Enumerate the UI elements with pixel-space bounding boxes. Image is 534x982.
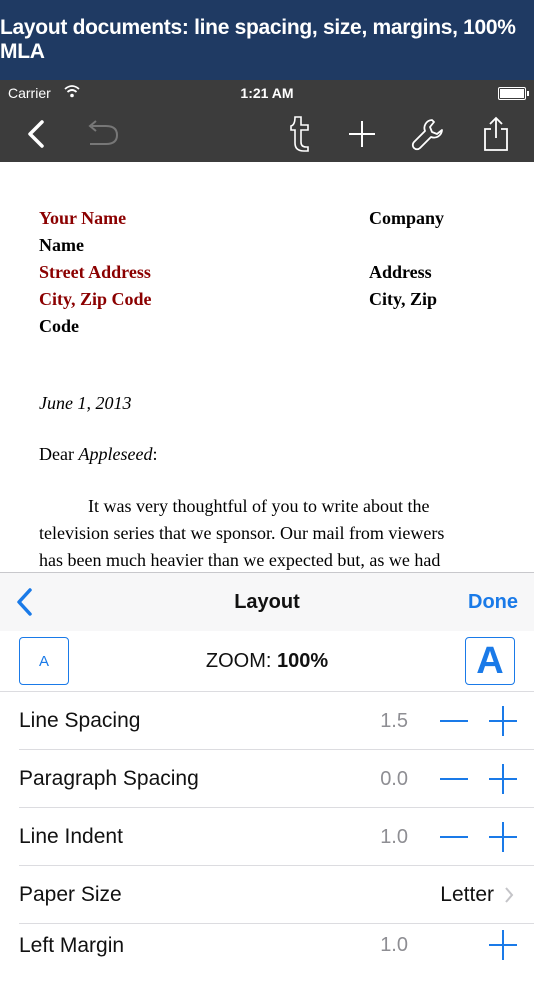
street-address-field[interactable]: Street Address <box>39 262 151 283</box>
status-time: 1:21 AM <box>240 85 294 101</box>
name-field[interactable]: Name <box>39 235 84 256</box>
line-indent-row: Line Indent 1.0 <box>0 808 534 866</box>
left-margin-row: Left Margin 1.0 <box>0 924 534 982</box>
city-zip-field[interactable]: City, Zip <box>369 289 437 310</box>
document-page[interactable]: Your Name Company Name Street Address Ad… <box>0 162 534 572</box>
plus-icon[interactable] <box>489 764 517 794</box>
minus-icon[interactable] <box>440 778 468 780</box>
zoom-value: 100% <box>276 650 329 672</box>
editor-toolbar <box>0 106 534 162</box>
zoom-row: A ZOOM: 100% A <box>0 631 534 692</box>
promo-banner: Layout documents: line spacing, size, ma… <box>0 0 534 80</box>
left-margin-value: 1.0 <box>380 934 408 956</box>
banner-text: Layout documents: line spacing, size, ma… <box>0 16 516 63</box>
body-line: It was very thoughtful of you to write a… <box>88 496 430 516</box>
layout-title: Layout <box>234 591 300 613</box>
chevron-right-icon <box>504 886 514 909</box>
done-button[interactable]: Done <box>468 591 518 614</box>
zoom-label: ZOOM: 100% <box>0 650 534 673</box>
battery-icon <box>498 87 529 100</box>
minus-icon[interactable] <box>440 720 468 722</box>
layout-nav-bar: Layout Done <box>0 573 534 632</box>
add-icon[interactable] <box>342 114 382 154</box>
paragraph-spacing-label: Paragraph Spacing <box>19 767 199 790</box>
city-zip-code-field[interactable]: City, Zip Code <box>39 289 152 310</box>
company-field[interactable]: Company <box>369 208 444 229</box>
salutation: Dear Appleseed: <box>39 444 157 465</box>
line-spacing-value: 1.5 <box>380 710 408 732</box>
body-line: has been much heavier than we expected b… <box>39 550 441 570</box>
line-spacing-label: Line Spacing <box>19 709 141 732</box>
line-indent-label: Line Indent <box>19 825 123 848</box>
wrench-icon[interactable] <box>408 114 448 154</box>
back-chevron-icon[interactable] <box>16 114 56 154</box>
paper-size-row[interactable]: Paper Size Letter <box>0 866 534 924</box>
paragraph-spacing-value: 0.0 <box>380 768 408 790</box>
zoom-in-button[interactable]: A <box>465 637 515 685</box>
body-line: television series that we sponsor. Our m… <box>39 523 445 543</box>
paper-size-label: Paper Size <box>19 883 122 906</box>
plus-icon[interactable] <box>489 822 517 852</box>
plus-icon[interactable] <box>489 706 517 736</box>
layout-panel: Layout Done A ZOOM: 100% A Line Spacing … <box>0 572 534 982</box>
salutation-suffix: : <box>152 444 158 464</box>
plus-icon[interactable] <box>489 930 517 960</box>
salutation-name: Appleseed <box>78 444 153 464</box>
your-name-field[interactable]: Your Name <box>39 208 126 229</box>
address-field[interactable]: Address <box>369 262 432 283</box>
date-line: June 1, 2013 <box>39 393 132 413</box>
status-bar: Carrier 1:21 AM <box>0 80 534 106</box>
share-icon[interactable] <box>476 114 516 154</box>
zoom-prefix: ZOOM: <box>205 650 277 672</box>
line-indent-value: 1.0 <box>380 826 408 848</box>
tumblr-icon[interactable] <box>280 114 320 154</box>
undo-icon[interactable] <box>82 114 122 154</box>
paragraph-spacing-row: Paragraph Spacing 0.0 <box>0 750 534 808</box>
left-margin-label: Left Margin <box>19 934 125 957</box>
paper-size-value: Letter <box>440 883 494 906</box>
minus-icon[interactable] <box>440 836 468 838</box>
salutation-prefix: Dear <box>39 444 79 464</box>
code-field[interactable]: Code <box>39 316 79 337</box>
line-spacing-row: Line Spacing 1.5 <box>0 692 534 750</box>
